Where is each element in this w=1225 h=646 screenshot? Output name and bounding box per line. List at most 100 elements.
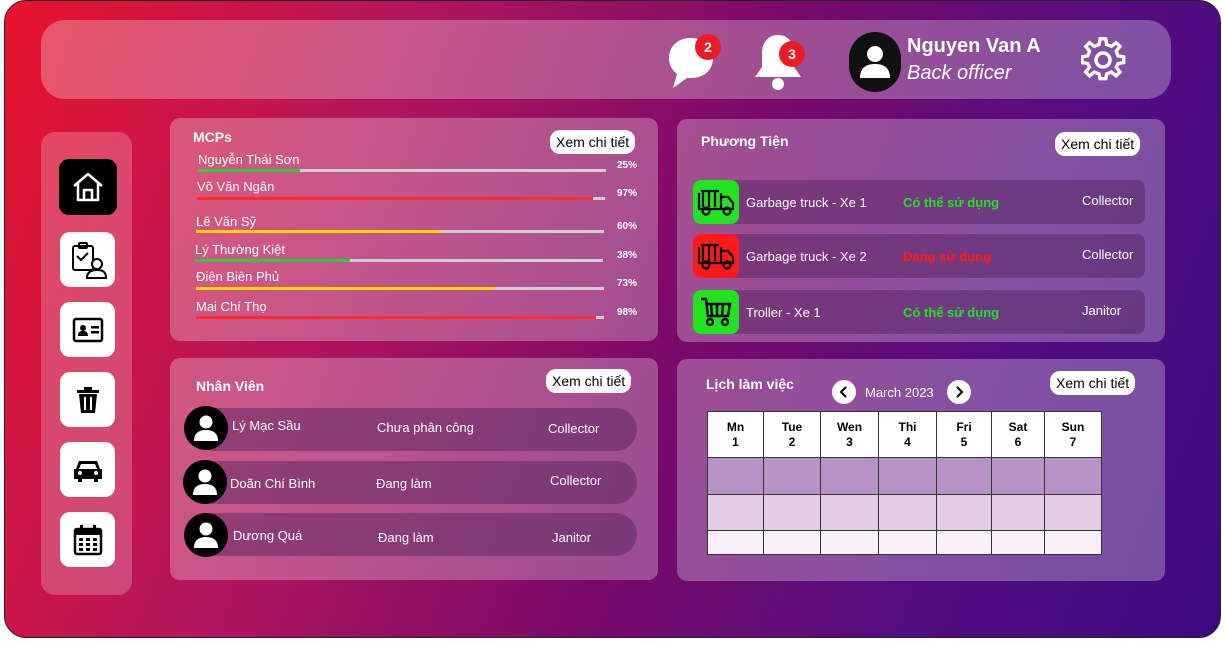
day-date: 1 [732,434,739,449]
sidebar-item-assignments[interactable] [60,232,115,287]
calendar-cell[interactable] [936,457,992,495]
mcp-fill-level [196,287,494,290]
mcp-fill-bar [196,230,604,233]
user-icon [193,414,219,442]
calendar-month: March 2023 [865,385,934,400]
staff-avatar [184,406,228,450]
vehicle-status: Có thể sử dụng [903,305,1000,320]
staff-avatar [184,513,228,557]
top-bar: 2 3 Nguyen Van A Back officer [41,20,1171,99]
mcp-fill-bar [195,259,603,262]
vehicles-title: Phương Tiện [701,133,789,149]
vehicle-status: Đang sử dụng [903,249,992,264]
calendar-cell[interactable] [991,530,1045,555]
calendar-cell[interactable] [763,530,821,555]
calendar-prev-button[interactable] [832,380,856,404]
sidebar-item-vehicles[interactable] [60,442,115,497]
sidebar-item-mcps[interactable] [60,372,115,427]
day-name: Tue [781,419,803,434]
calendar-cell[interactable] [820,457,879,495]
mcp-fill-level [197,197,593,200]
calendar-cell[interactable] [707,530,764,555]
staff-avatar [183,460,227,504]
day-name: Sun [1061,419,1085,434]
calendar-cell[interactable] [820,530,879,555]
day-name: Thi [898,419,917,434]
calendar-cell[interactable] [991,494,1045,531]
calendar-cell[interactable] [707,457,764,495]
calendar-cell[interactable] [1044,530,1102,555]
day-name: Fri [956,419,972,434]
mcp-percent: 73% [617,278,638,289]
day-date: 5 [960,434,968,449]
mcp-name: Lê Văn Sỹ [196,214,256,229]
vehicle-role: Janitor [1082,303,1122,318]
user-role: Back officer [907,62,1012,84]
calendar-day-header: Sun 7 [1044,411,1102,458]
sidebar-item-staff[interactable] [60,302,115,357]
staff-detail-button[interactable]: Xem chi tiết [546,369,632,393]
notifications-button[interactable]: 3 [751,31,807,91]
calendar-cell[interactable] [936,494,992,531]
mcp-name: Võ Văn Ngân [197,179,275,194]
truck-icon [693,234,739,278]
calendar-next-button[interactable] [947,380,971,404]
mcp-percent: 98% [617,307,638,318]
vehicle-row[interactable]: Garbage truck - Xe 2 Đang sử dụng Collecto… [693,234,1145,278]
vehicle-name: Garbage truck - Xe 2 [746,249,867,264]
staff-title: Nhân Viên [196,378,265,394]
calendar-day-header: Fri 5 [936,411,992,458]
staff-status: Đang làm [378,530,434,545]
calendar-cell[interactable] [763,494,821,531]
calendar-cell[interactable] [878,457,937,495]
calendar-day-header: Sat 6 [991,411,1045,458]
schedule-detail-button[interactable]: Xem chi tiết [1050,371,1136,395]
vehicle-role: Collector [1082,193,1134,208]
mcp-fill-level [196,316,596,319]
notifications-count-badge: 3 [779,41,805,67]
day-date: 4 [904,434,911,449]
mcp-percent: 38% [617,250,638,261]
calendar-day-header: Wen 3 [820,411,879,458]
calendar-cell[interactable] [1044,457,1102,495]
mcps-title: MCPs [193,129,232,145]
cart-icon [693,290,739,334]
calendar-cell[interactable] [763,457,821,495]
chevron-left-icon [839,386,847,398]
user-avatar[interactable] [849,32,901,92]
truck-icon [693,180,739,224]
mcps-panel: MCPs Xem chi tiết Nguyễn Thái Sơn 25% Võ V… [170,118,658,341]
mcp-fill-level [195,259,351,262]
calendar-cell[interactable] [878,530,937,555]
mcp-fill-bar [197,197,605,200]
calendar-day-header: Tue 2 [763,411,821,458]
calendar-cell[interactable] [878,494,937,531]
messages-button[interactable]: 2 [665,34,721,90]
day-name: Wen [836,419,863,434]
vehicle-row[interactable]: Garbage truck - Xe 1 Có thể sử dụng Collec… [693,180,1145,224]
calendar-cell[interactable] [820,494,879,531]
user-icon [193,521,219,549]
vehicle-name: Garbage truck - Xe 1 [746,195,867,210]
staff-status: Đang làm [376,476,432,491]
home-icon [73,172,103,202]
day-date: 3 [846,434,853,449]
calendar-cell[interactable] [707,494,764,531]
mcps-detail-button[interactable]: Xem chi tiết [550,130,636,154]
mcp-fill-bar [196,316,604,319]
schedule-title: Lịch làm việc [706,376,794,392]
staff-name: Doãn Chí Bình [230,476,316,491]
settings-button[interactable] [1080,37,1127,88]
day-name: Sat [1008,419,1028,434]
day-date: 2 [788,434,796,449]
staff-status: Chưa phân công [377,420,474,435]
calendar-cell[interactable] [1044,494,1102,531]
calendar-cell[interactable] [936,530,992,555]
vehicle-row[interactable]: Troller - Xe 1 Có thể sử dụng Janitor [693,290,1145,334]
sidebar-item-home[interactable] [59,159,117,215]
calendar-cell[interactable] [991,457,1045,495]
user-name: Nguyen Van A [907,35,1041,57]
sidebar-item-schedule[interactable] [60,512,115,567]
staff-panel: Nhân Viên Xem chi tiết Lý Mạc Sầu Chưa ph… [170,358,658,580]
vehicles-detail-button[interactable]: Xem chi tiết [1055,132,1141,156]
